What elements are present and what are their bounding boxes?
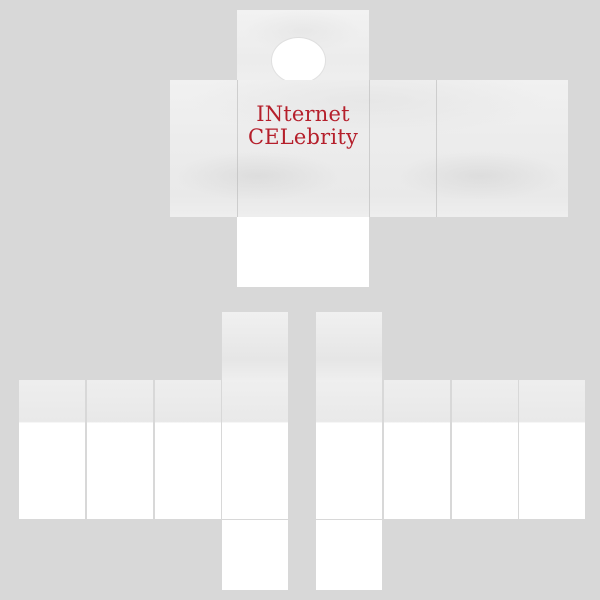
left-arm-bottom-panel <box>222 520 288 590</box>
right-arm-top-panel <box>316 312 382 380</box>
right-arm-side-panel-2 <box>384 380 450 519</box>
clothing-template: INternet CELebrity <box>0 0 600 600</box>
torso-seam-mid <box>369 80 370 217</box>
shirt-print-line1: INternet <box>256 102 350 126</box>
right-arm-side-panel-1 <box>316 380 382 519</box>
right-arm-bottom-panel <box>316 520 382 590</box>
torso-seam-right <box>436 80 437 217</box>
left-arm-side-panel-3 <box>155 380 221 519</box>
left-arm-top-panel <box>222 312 288 380</box>
right-arm-side-panel-4 <box>519 380 585 519</box>
torso-bottom-panel <box>237 217 369 287</box>
shirt-print-line2: CELebrity <box>247 125 359 149</box>
neck-hole <box>272 38 325 83</box>
left-arm-side-panel-4 <box>222 380 288 519</box>
shirt-print-text: INternet CELebrity <box>237 103 369 149</box>
left-arm-side-panel-1 <box>19 380 85 519</box>
right-arm-side-panel-3 <box>452 380 518 519</box>
left-arm-side-panel-2 <box>87 380 153 519</box>
